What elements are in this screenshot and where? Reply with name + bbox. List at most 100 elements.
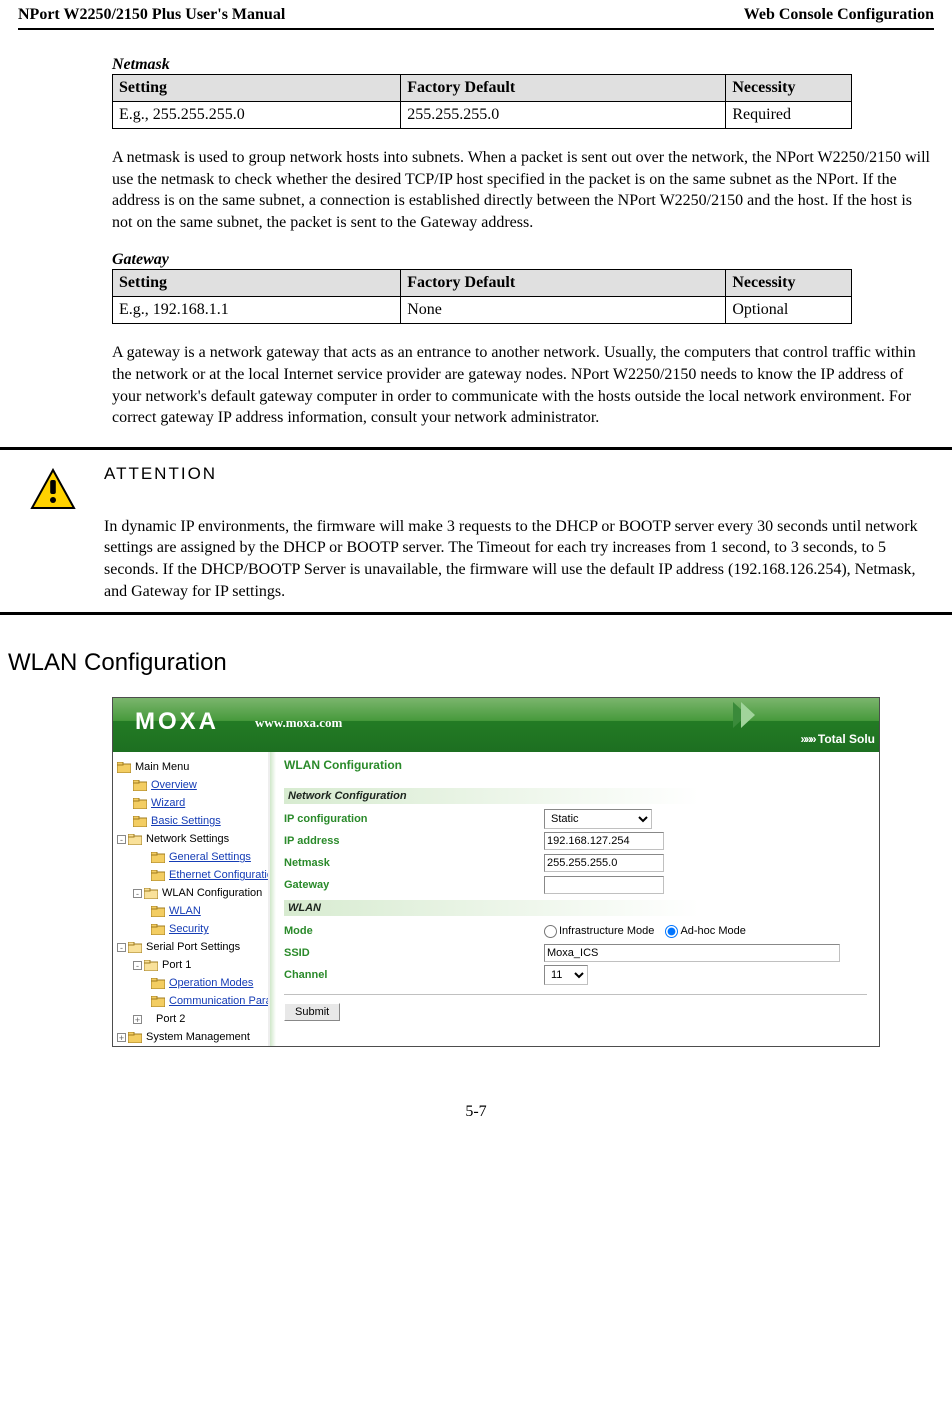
folder-open-icon: [144, 888, 158, 899]
tree-label: Ethernet Configuration: [169, 869, 279, 881]
folder-open-icon: [128, 834, 142, 845]
tree-operation-modes[interactable]: Operation Modes: [113, 974, 268, 992]
attention-text: In dynamic IP environments, the firmware…: [104, 516, 932, 602]
label-ip-config: IP configuration: [284, 813, 544, 825]
tree-serial-port-settings[interactable]: - Serial Port Settings: [113, 938, 268, 956]
input-ssid[interactable]: [544, 944, 840, 962]
th-setting: Setting: [113, 75, 401, 102]
collapse-icon[interactable]: -: [133, 889, 142, 898]
table-row: E.g., 255.255.255.0 255.255.255.0 Requir…: [113, 102, 852, 129]
folder-icon: [151, 978, 165, 989]
input-gateway[interactable]: [544, 876, 664, 894]
folder-icon: [133, 780, 147, 791]
moxa-url: www.moxa.com: [255, 715, 342, 731]
label-netmask: Netmask: [284, 857, 544, 869]
manual-section: Web Console Configuration: [744, 6, 934, 24]
label-mode: Mode: [284, 925, 544, 937]
folder-icon: [128, 1032, 142, 1043]
folder-icon: [133, 816, 147, 827]
tree-port2[interactable]: + Port 2: [113, 1010, 268, 1028]
netmask-heading: Netmask: [112, 56, 934, 74]
folder-icon: [151, 996, 165, 1007]
web-console-screenshot: MOXA www.moxa.com »»» Total Solu Main Me…: [112, 697, 880, 1047]
tree-label: Port 2: [156, 1013, 185, 1025]
expand-icon[interactable]: +: [133, 1015, 142, 1024]
cell-default: 255.255.255.0: [401, 102, 726, 129]
tree-security[interactable]: Security: [113, 920, 268, 938]
header-arrow-icon: [733, 702, 759, 731]
tree-label: Overview: [151, 779, 197, 791]
gateway-paragraph: A gateway is a network gateway that acts…: [112, 342, 936, 428]
tree-system-management[interactable]: + System Management: [113, 1028, 268, 1046]
divider: [284, 994, 867, 995]
cell-setting: E.g., 192.168.1.1: [113, 297, 401, 324]
folder-open-icon: [128, 942, 142, 953]
input-netmask[interactable]: [544, 854, 664, 872]
tree-wlan[interactable]: WLAN: [113, 902, 268, 920]
select-channel[interactable]: 11: [544, 965, 588, 985]
tree-label: Port 1: [162, 959, 191, 971]
tree-label: Main Menu: [135, 761, 189, 773]
tree-basic-settings[interactable]: Basic Settings: [113, 812, 268, 830]
radio-infrastructure[interactable]: Infrastructure Mode: [544, 925, 654, 937]
attention-box: ATTENTION In dynamic IP environments, th…: [0, 447, 952, 615]
manual-title: NPort W2250/2150 Plus User's Manual: [18, 6, 285, 24]
tree-label: General Settings: [169, 851, 251, 863]
tree-ethernet-config[interactable]: Ethernet Configuration: [113, 866, 268, 884]
tree-label: Security: [169, 923, 209, 935]
tree-label: Serial Port Settings: [146, 941, 240, 953]
main-panel: WLAN Configuration Network Configuration…: [268, 752, 879, 1046]
label-ip-address: IP address: [284, 835, 544, 847]
radio-adhoc[interactable]: Ad-hoc Mode: [665, 925, 745, 937]
section-network-config: Network Configuration: [284, 788, 877, 804]
page-number: 5-7: [0, 1103, 952, 1121]
netmask-paragraph: A netmask is used to group network hosts…: [112, 147, 936, 233]
table-row: E.g., 192.168.1.1 None Optional: [113, 297, 852, 324]
expand-icon[interactable]: +: [117, 1033, 126, 1042]
collapse-icon[interactable]: -: [117, 835, 126, 844]
moxa-logo: MOXA: [135, 708, 219, 736]
gateway-table: Setting Factory Default Necessity E.g., …: [112, 269, 852, 324]
select-ip-config[interactable]: Static: [544, 809, 652, 829]
folder-icon: [151, 852, 165, 863]
tree-network-settings[interactable]: - Network Settings: [113, 830, 268, 848]
tree-wlan-config[interactable]: - WLAN Configuration: [113, 884, 268, 902]
cell-necessity: Required: [726, 102, 852, 129]
folder-icon: [117, 762, 131, 773]
label-channel: Channel: [284, 969, 544, 981]
cell-default: None: [401, 297, 726, 324]
nav-tree: Main Menu Overview Wizard Basic Settings…: [113, 752, 268, 1046]
radio-adhoc-input[interactable]: [665, 925, 678, 938]
th-setting: Setting: [113, 270, 401, 297]
collapse-icon[interactable]: -: [133, 961, 142, 970]
submit-button[interactable]: Submit: [284, 1003, 340, 1021]
folder-icon: [151, 906, 165, 917]
manual-header: NPort W2250/2150 Plus User's Manual Web …: [0, 0, 952, 28]
section-wlan: WLAN: [284, 900, 877, 916]
tree-general-settings[interactable]: General Settings: [113, 848, 268, 866]
panel-title: WLAN Configuration: [284, 758, 877, 772]
tree-communication-params[interactable]: Communication Paran: [113, 992, 268, 1010]
tree-label: Basic Settings: [151, 815, 221, 827]
banner-tagline: »»» Total Solu: [801, 732, 875, 746]
folder-open-icon: [144, 960, 158, 971]
cell-setting: E.g., 255.255.255.0: [113, 102, 401, 129]
tree-port1[interactable]: - Port 1: [113, 956, 268, 974]
tree-label: WLAN: [169, 905, 201, 917]
warning-icon: [30, 468, 76, 602]
wlan-config-heading: WLAN Configuration: [8, 649, 952, 677]
tree-main-menu[interactable]: Main Menu: [113, 758, 268, 776]
tree-label: Operation Modes: [169, 977, 253, 989]
tree-label: Wizard: [151, 797, 185, 809]
input-ip-address[interactable]: [544, 832, 664, 850]
collapse-icon[interactable]: -: [117, 943, 126, 952]
header-rule: [18, 28, 934, 30]
cell-necessity: Optional: [726, 297, 852, 324]
radio-infrastructure-input[interactable]: [544, 925, 557, 938]
th-default: Factory Default: [401, 270, 726, 297]
folder-icon: [151, 870, 165, 881]
tree-label: Communication Paran: [169, 995, 278, 1007]
tree-overview[interactable]: Overview: [113, 776, 268, 794]
tree-wizard[interactable]: Wizard: [113, 794, 268, 812]
attention-title: ATTENTION: [104, 464, 932, 484]
